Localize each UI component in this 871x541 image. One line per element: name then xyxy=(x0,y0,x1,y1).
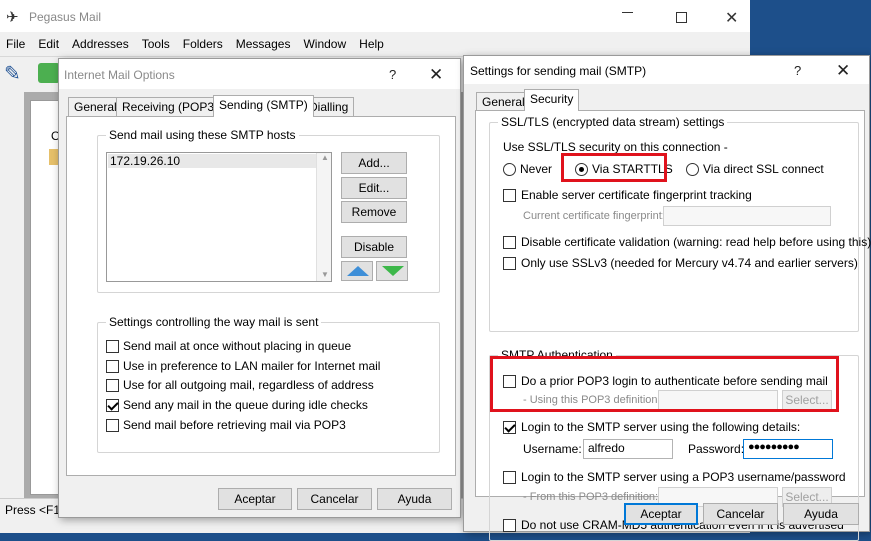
read-mail-icon[interactable] xyxy=(38,63,60,83)
fingerprint-label: Current certificate fingerprint: xyxy=(523,210,665,222)
compose-icon[interactable]: ✎ xyxy=(4,61,21,86)
sslv3-checkbox[interactable] xyxy=(503,257,516,270)
from-pop3-label: - From this POP3 definition: xyxy=(523,491,659,503)
password-field[interactable]: ●●●●●●●●● xyxy=(743,439,833,459)
menu-window[interactable]: Window xyxy=(303,37,346,51)
smtp-settings-dialog: Settings for sending mail (SMTP) ? ✕ Gen… xyxy=(463,55,871,541)
fingerprint-field[interactable] xyxy=(663,206,831,226)
scroll-up-icon[interactable]: ▲ xyxy=(321,153,329,162)
hosts-scrollbar[interactable]: ▲ ▼ xyxy=(316,153,331,281)
imo-titlebar: Internet Mail Options ? ✕ xyxy=(59,59,460,89)
main-title: Pegasus Mail xyxy=(29,10,102,24)
disable-validation-label: Disable certificate validation (warning:… xyxy=(521,235,871,249)
smtp-tab-security[interactable]: Security xyxy=(524,89,580,111)
smtp-close-icon[interactable]: ✕ xyxy=(836,62,850,79)
starttls-highlight xyxy=(561,153,667,182)
scroll-down-icon[interactable]: ▼ xyxy=(321,270,329,279)
arrow-down-icon xyxy=(382,266,404,276)
smtp-security-panel: SSL/TLS (encrypted data stream) settings… xyxy=(475,110,871,541)
smtp-cancel-button[interactable]: Cancelar xyxy=(703,503,778,525)
login-smtp-label: Login to the SMTP server using the follo… xyxy=(521,420,801,434)
ssl-group: SSL/TLS (encrypted data stream) settings… xyxy=(489,115,871,332)
pegasus-logo-icon: ✈ xyxy=(6,9,19,26)
arrow-up-icon xyxy=(347,266,369,276)
password-label: Password: xyxy=(688,442,745,456)
smtp-help-button[interactable]: Ayuda xyxy=(783,503,859,525)
send-at-once-label: Send mail at once without placing in que… xyxy=(123,339,352,353)
all-outgoing-label: Use for all outgoing mail, regardless of… xyxy=(123,378,374,392)
smtp-host-row[interactable]: 172.19.26.10 xyxy=(108,154,316,168)
fp-tracking-checkbox[interactable] xyxy=(503,189,516,202)
imo-accept-button[interactable]: Aceptar xyxy=(218,488,292,510)
radio-direct-ssl-label: Via direct SSL connect xyxy=(703,162,824,176)
smtp-help-icon[interactable]: ? xyxy=(794,63,801,78)
smtp-hosts-group: Send mail using these SMTP hosts 172.19.… xyxy=(97,128,440,293)
move-up-button[interactable] xyxy=(341,261,373,281)
move-down-button[interactable] xyxy=(376,261,408,281)
ssl-group-label: SSL/TLS (encrypted data stream) settings xyxy=(498,115,728,129)
login-pop3-label: Login to the SMTP server using a POP3 us… xyxy=(521,470,846,484)
menu-tools[interactable]: Tools xyxy=(142,37,170,51)
add-host-button[interactable]: Add... xyxy=(341,152,407,174)
maximize-icon[interactable] xyxy=(676,12,687,23)
no-cram-checkbox[interactable] xyxy=(503,519,516,532)
fp-tracking-label: Enable server certificate fingerprint tr… xyxy=(521,188,752,202)
sslv3-label: Only use SSLv3 (needed for Mercury v4.74… xyxy=(521,256,858,270)
imo-tab-sending[interactable]: Sending (SMTP) xyxy=(213,95,314,117)
remove-host-button[interactable]: Remove xyxy=(341,201,407,223)
main-menubar: File Edit Addresses Tools Folders Messages Win… xyxy=(6,37,397,51)
menu-help[interactable]: Help xyxy=(359,37,384,51)
all-outgoing-checkbox[interactable] xyxy=(106,379,119,392)
radio-direct-ssl[interactable] xyxy=(686,163,699,176)
smtp-hosts-group-label: Send mail using these SMTP hosts xyxy=(106,128,299,142)
imo-cancel-button[interactable]: Cancelar xyxy=(297,488,372,510)
ssl-prompt: Use SSL/TLS security on this connection … xyxy=(503,140,728,154)
send-at-once-checkbox[interactable] xyxy=(106,340,119,353)
login-pop3-checkbox[interactable] xyxy=(503,471,516,484)
menu-edit[interactable]: Edit xyxy=(38,37,59,51)
login-smtp-checkbox[interactable] xyxy=(503,421,516,434)
send-before-pop3-checkbox[interactable] xyxy=(106,419,119,432)
imo-help-button[interactable]: Ayuda xyxy=(377,488,452,510)
imo-title: Internet Mail Options xyxy=(64,68,175,82)
imo-tab-receiving[interactable]: Receiving (POP3) xyxy=(116,97,225,117)
disable-validation-checkbox[interactable] xyxy=(503,236,516,249)
minimize-icon[interactable] xyxy=(622,12,633,13)
login-details-highlight xyxy=(490,356,839,412)
username-label: Username: xyxy=(523,442,582,456)
smtp-title: Settings for sending mail (SMTP) xyxy=(470,64,647,78)
imo-close-icon[interactable]: ✕ xyxy=(429,66,443,83)
edit-host-button[interactable]: Edit... xyxy=(341,177,407,199)
smtp-titlebar: Settings for sending mail (SMTP) ? ✕ xyxy=(464,56,869,84)
smtp-accept-button[interactable]: Aceptar xyxy=(624,503,698,525)
menu-folders[interactable]: Folders xyxy=(183,37,223,51)
idle-checks-checkbox[interactable] xyxy=(106,399,119,412)
radio-never[interactable] xyxy=(503,163,516,176)
radio-never-label: Never xyxy=(520,162,553,176)
menu-messages[interactable]: Messages xyxy=(236,37,291,51)
lan-preference-label: Use in preference to LAN mailer for Inte… xyxy=(123,359,381,373)
idle-checks-label: Send any mail in the queue during idle c… xyxy=(123,398,368,412)
imo-tab-general[interactable]: General xyxy=(68,97,123,117)
internet-mail-options-dialog: Internet Mail Options ? ✕ General Receiv… xyxy=(58,58,461,518)
smtp-hosts-list[interactable]: 172.19.26.10 ▲ ▼ xyxy=(106,152,332,282)
main-titlebar: ✈ Pegasus Mail ✕ xyxy=(0,0,750,32)
menu-file[interactable]: File xyxy=(6,37,25,51)
send-settings-group: Settings controlling the way mail is sen… xyxy=(97,315,440,453)
main-close-icon[interactable]: ✕ xyxy=(725,8,738,28)
disable-host-button[interactable]: Disable xyxy=(341,236,407,258)
imo-help-icon[interactable]: ? xyxy=(389,67,396,82)
lan-preference-checkbox[interactable] xyxy=(106,360,119,373)
send-settings-group-label: Settings controlling the way mail is sen… xyxy=(106,315,322,329)
menu-addresses[interactable]: Addresses xyxy=(72,37,129,51)
imo-sending-panel: Send mail using these SMTP hosts 172.19.… xyxy=(66,116,456,476)
smtp-tab-general[interactable]: General xyxy=(476,92,531,112)
send-before-pop3-label: Send mail before retrieving mail via POP… xyxy=(123,418,346,432)
username-field[interactable]: alfredo xyxy=(583,439,673,459)
